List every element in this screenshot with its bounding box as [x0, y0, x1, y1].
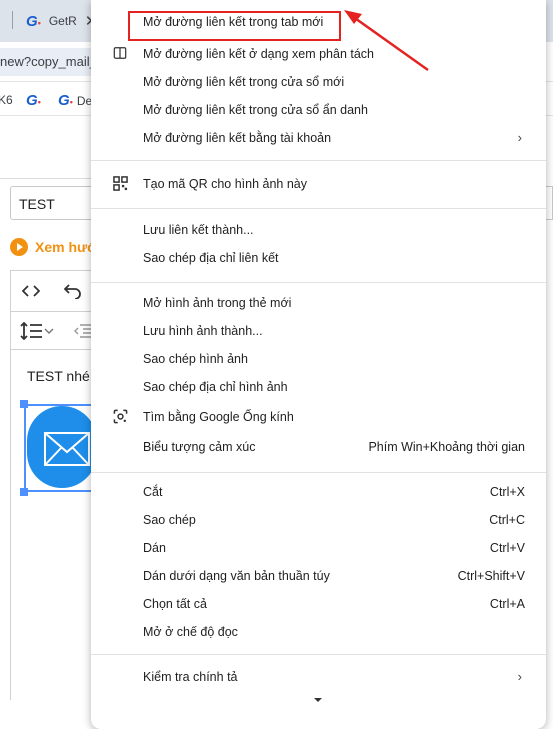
bookmark-item[interactable]: K6: [0, 93, 13, 107]
menu-item-cat[interactable]: Cắt Ctrl+X: [91, 478, 546, 506]
menu-item-label: Sao chép hình ảnh: [143, 352, 248, 366]
menu-item-label: Lưu liên kết thành...: [143, 223, 254, 237]
tab-divider: [12, 11, 13, 29]
menu-item-shortcut: Ctrl+C: [489, 513, 525, 527]
menu-separator: [91, 160, 546, 161]
menu-item-mo-o-che-do-doc[interactable]: Mở ở chế độ đọc: [91, 618, 546, 646]
menu-item-label: Sao chép địa chỉ liên kết: [143, 251, 279, 265]
getresponse-favicon-icon: G•: [26, 12, 41, 30]
qr-code-icon: [113, 176, 129, 192]
menu-item-bieu-tuong-cam-xuc[interactable]: Biểu tượng cảm xúc Phím Win+Khoảng thời g…: [91, 433, 546, 461]
menu-item-tim-bang-google-ong-kinh[interactable]: Tìm bằng Google Ống kính: [91, 403, 546, 431]
code-view-icon[interactable]: [14, 275, 48, 307]
menu-item-sao-chep-hinh-anh[interactable]: Sao chép hình ảnh: [91, 345, 546, 373]
menu-item-shortcut: Ctrl+Shift+V: [457, 569, 525, 583]
preview-link-label: Xem hướ: [35, 239, 98, 255]
menu-item-label: Cắt: [143, 485, 163, 499]
menu-item-label: Mở đường liên kết trong cửa sổ ẩn danh: [143, 103, 368, 117]
google-lens-icon: [113, 409, 129, 425]
menu-item-chon-tat-ca[interactable]: Chọn tất cả Ctrl+A: [91, 590, 546, 618]
chevron-right-icon: ›: [517, 130, 522, 145]
chevron-right-icon: ›: [517, 669, 522, 684]
menu-item-label: Chọn tất cả: [143, 597, 207, 611]
menu-item-label: Sao chép: [143, 513, 196, 527]
line-height-icon[interactable]: [16, 315, 58, 347]
menu-item-shortcut: Ctrl+V: [489, 541, 525, 555]
menu-item-mo-duong-lien-ket-trong-cua-so-moi[interactable]: Mở đường liên kết trong cửa sổ mới: [91, 68, 546, 96]
menu-item-mo-duong-lien-ket-trong-cua-so-an-danh[interactable]: Mở đường liên kết trong cửa sổ ẩn danh: [91, 96, 546, 124]
menu-separator: [91, 472, 546, 473]
menu-item-label: Mở đường liên kết trong cửa sổ mới: [143, 75, 345, 89]
menu-separator: [91, 208, 546, 209]
menu-item-mo-duong-lien-ket-bang-tai-khoan[interactable]: Mở đường liên kết bằng tài khoản ›: [91, 124, 546, 152]
resize-handle[interactable]: [20, 400, 28, 408]
menu-item-label: Kiểm tra chính tả: [143, 670, 238, 684]
menu-item-label: Dán dưới dạng văn bản thuần túy: [143, 569, 330, 583]
menu-item-luu-lien-ket-thanh[interactable]: Lưu liên kết thành...: [91, 216, 546, 244]
play-icon: [10, 238, 28, 256]
menu-item-luu-hinh-anh-thanh[interactable]: Lưu hình ảnh thành...: [91, 317, 546, 345]
menu-item-label: Lưu hình ảnh thành...: [143, 324, 263, 338]
tab-title: GetR: [48, 14, 77, 28]
menu-item-label: Mở ở chế độ đọc: [143, 625, 238, 639]
envelope-icon: [44, 432, 90, 466]
menu-item-sao-chep-dia-chi-hinh-anh[interactable]: Sao chép địa chỉ hình ảnh: [91, 373, 546, 401]
menu-item-label: Tạo mã QR cho hình ảnh này: [143, 177, 307, 191]
menu-item-label: Mở đường liên kết bằng tài khoản: [143, 131, 332, 145]
menu-item-dan[interactable]: Dán Ctrl+V: [91, 534, 546, 562]
url-field[interactable]: new?copy_mail_: [0, 48, 104, 76]
menu-item-shortcut: Phím Win+Khoảng thời gian: [368, 440, 525, 454]
context-menu: Mở đường liên kết trong tab mới Mở đường …: [91, 0, 546, 729]
split-view-icon: [113, 46, 129, 62]
editor-body-text[interactable]: TEST nhé: [27, 368, 90, 384]
resize-handle[interactable]: [20, 488, 28, 496]
menu-item-sao-chep-dia-chi-lien-ket[interactable]: Sao chép địa chỉ liên kết: [91, 244, 546, 272]
menu-separator: [91, 654, 546, 655]
menu-item-label: Dán: [143, 541, 166, 555]
menu-item-label: Mở hình ảnh trong thẻ mới: [143, 296, 292, 310]
menu-item-sao-chep[interactable]: Sao chép Ctrl+C: [91, 506, 546, 534]
annotation-highlight-box: [128, 11, 341, 41]
menu-separator: [91, 282, 546, 283]
menu-item-label: Sao chép địa chỉ hình ảnh: [143, 380, 288, 394]
preview-link[interactable]: Xem hướ: [10, 238, 97, 256]
menu-item-mo-hinh-anh-trong-the-moi[interactable]: Mở hình ảnh trong thẻ mới: [91, 289, 546, 317]
menu-item-shortcut: Ctrl+A: [489, 597, 525, 611]
annotation-arrow-icon: [344, 10, 429, 72]
menu-item-mo-duong-lien-ket-o-dang-xem-phan-tach[interactable]: Mở đường liên kết ở dạng xem phân tách: [91, 40, 546, 68]
menu-item-tao-ma-qr-cho-hinh-anh-nay[interactable]: Tạo mã QR cho hình ảnh này: [91, 170, 546, 198]
menu-item-label: Biểu tượng cảm xúc: [143, 440, 256, 454]
getresponse-favicon-icon: G•: [58, 92, 73, 109]
bookmark-item[interactable]: G•: [26, 93, 41, 108]
bookmark-item[interactable]: G• De: [58, 93, 92, 108]
menu-item-dan-duoi-dang-van-ban-thuan-tuy[interactable]: Dán dưới dạng văn bản thuần túy Ctrl+Shif…: [91, 562, 546, 590]
scroll-down-caret-icon[interactable]: [314, 698, 322, 702]
getresponse-favicon-icon: G•: [26, 92, 41, 109]
menu-item-label: Tìm bằng Google Ống kính: [143, 410, 294, 424]
menu-item-kiem-tra-chinh-ta[interactable]: Kiểm tra chính tả ›: [91, 663, 546, 691]
undo-icon[interactable]: [56, 275, 90, 307]
menu-item-shortcut: Ctrl+X: [489, 485, 525, 499]
